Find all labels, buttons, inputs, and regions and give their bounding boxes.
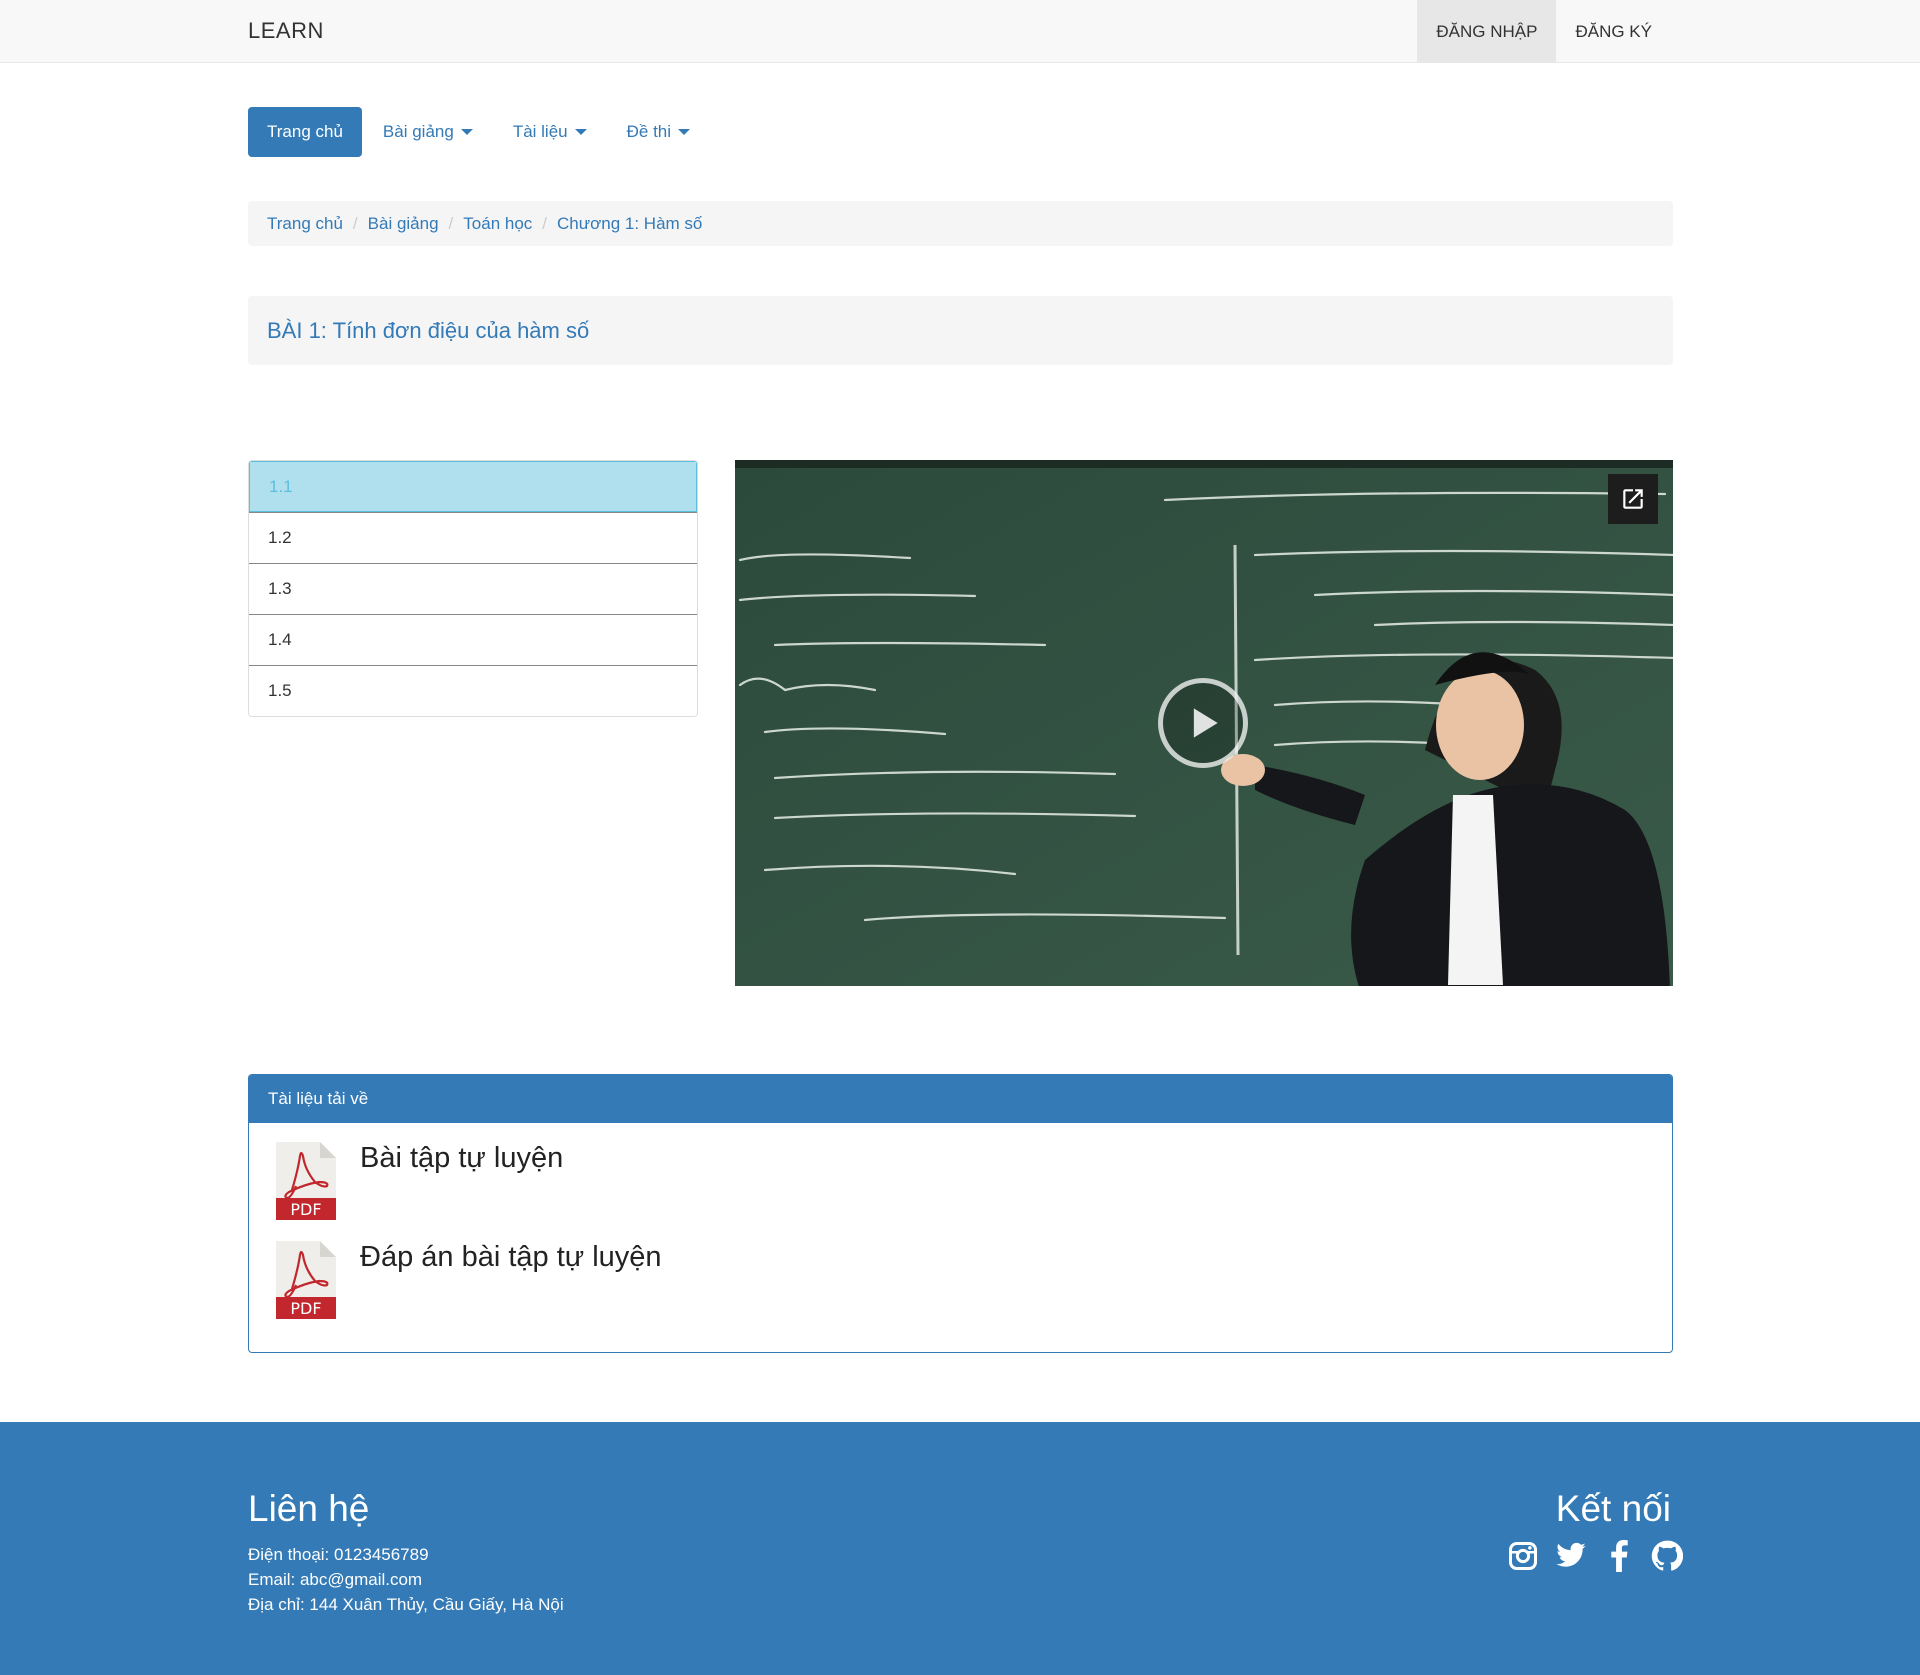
breadcrumb-lectures[interactable]: Bài giảng <box>368 214 439 234</box>
pdf-file-icon: PDF <box>274 1140 338 1222</box>
lesson-title-text: BÀI 1: Tính đơn điệu của hàm số <box>267 317 590 343</box>
login-link[interactable]: ĐĂNG NHẬP <box>1417 0 1557 63</box>
pdf-file-icon: PDF <box>274 1239 338 1321</box>
part-item-1-3[interactable]: 1.3 <box>249 563 697 614</box>
part-item-1-4[interactable]: 1.4 <box>249 614 697 665</box>
breadcrumb-home[interactable]: Trang chủ <box>267 214 343 234</box>
svg-text:PDF: PDF <box>290 1299 321 1318</box>
contact-phone: Điện thoại: 0123456789 <box>248 1545 429 1564</box>
downloads-heading: Tài liệu tải về <box>249 1075 1672 1123</box>
download-item-label[interactable]: Đáp án bài tập tự luyện <box>360 1241 662 1321</box>
nav-exams-label: Đề thi <box>626 122 672 141</box>
twitter-icon[interactable] <box>1555 1540 1587 1572</box>
play-icon <box>1193 708 1218 738</box>
facebook-icon[interactable] <box>1603 1540 1635 1572</box>
svg-text:PDF: PDF <box>290 1200 321 1219</box>
breadcrumb-separator: / <box>448 213 454 233</box>
caret-down-icon <box>574 129 587 135</box>
breadcrumb-separator: / <box>542 213 548 233</box>
breadcrumb-chapter[interactable]: Chương 1: Hàm số <box>557 214 702 234</box>
part-item-1-2[interactable]: 1.2 <box>249 512 697 563</box>
external-link-icon <box>1623 489 1643 509</box>
lesson-title: BÀI 1: Tính đơn điệu của hàm số <box>248 296 1673 365</box>
nav-lectures-label: Bài giảng <box>382 122 454 141</box>
play-button[interactable] <box>1158 678 1248 768</box>
nav-home[interactable]: Trang chủ <box>248 107 362 157</box>
download-item[interactable]: PDF Đáp án bài tập tự luyện <box>274 1239 662 1321</box>
auth-links: ĐĂNG NHẬP ĐĂNG KÝ <box>1417 0 1671 63</box>
download-item-label[interactable]: Bài tập tự luyện <box>360 1142 563 1222</box>
contact-email: Email: abc@gmail.com <box>248 1570 423 1589</box>
part-item-1-1[interactable]: 1.1 <box>249 461 697 512</box>
download-item[interactable]: PDF Bài tập tự luyện <box>274 1140 563 1222</box>
nav-documents-dropdown[interactable]: Tài liệu <box>494 107 606 157</box>
brand-logo[interactable]: LEARN <box>248 18 324 44</box>
connect-title: Kết nối <box>1555 1488 1671 1529</box>
contact-title: Liên hệ <box>248 1488 370 1529</box>
nav-home-label: Trang chủ <box>267 122 343 141</box>
footer-contact: Liên hệ Điện thoại: 0123456789 Email: ab… <box>248 1488 564 1617</box>
main-nav: Trang chủ Bài giảng Tài liệu Đề thi <box>248 107 711 157</box>
top-navbar: LEARN ĐĂNG NHẬP ĐĂNG KÝ <box>0 0 1920 63</box>
caret-down-icon <box>460 129 473 135</box>
downloads-panel: Tài liệu tải về PDF Bài tập tự luyện PDF… <box>248 1074 1673 1353</box>
open-external-button[interactable] <box>1608 474 1658 524</box>
nav-exams-dropdown[interactable]: Đề thi <box>608 107 709 157</box>
github-icon[interactable] <box>1651 1540 1683 1572</box>
caret-down-icon <box>678 129 691 135</box>
instagram-icon[interactable] <box>1507 1540 1539 1572</box>
part-item-1-5[interactable]: 1.5 <box>249 665 697 716</box>
nav-lectures-dropdown[interactable]: Bài giảng <box>364 107 492 157</box>
footer: Liên hệ Điện thoại: 0123456789 Email: ab… <box>0 1422 1920 1675</box>
register-link[interactable]: ĐĂNG KÝ <box>1556 0 1671 63</box>
lesson-part-list: 1.1 1.2 1.3 1.4 1.5 <box>248 460 698 717</box>
footer-connect: Kết nối <box>1507 1488 1683 1572</box>
nav-documents-label: Tài liệu <box>512 122 568 141</box>
contact-address: Địa chỉ: 144 Xuân Thủy, Cầu Giấy, Hà Nội <box>248 1595 564 1614</box>
social-links <box>1507 1540 1683 1572</box>
breadcrumb: Trang chủ / Bài giảng / Toán học / Chươn… <box>248 201 1673 246</box>
breadcrumb-separator: / <box>352 213 358 233</box>
breadcrumb-math[interactable]: Toán học <box>463 214 532 234</box>
video-player[interactable] <box>735 460 1673 986</box>
